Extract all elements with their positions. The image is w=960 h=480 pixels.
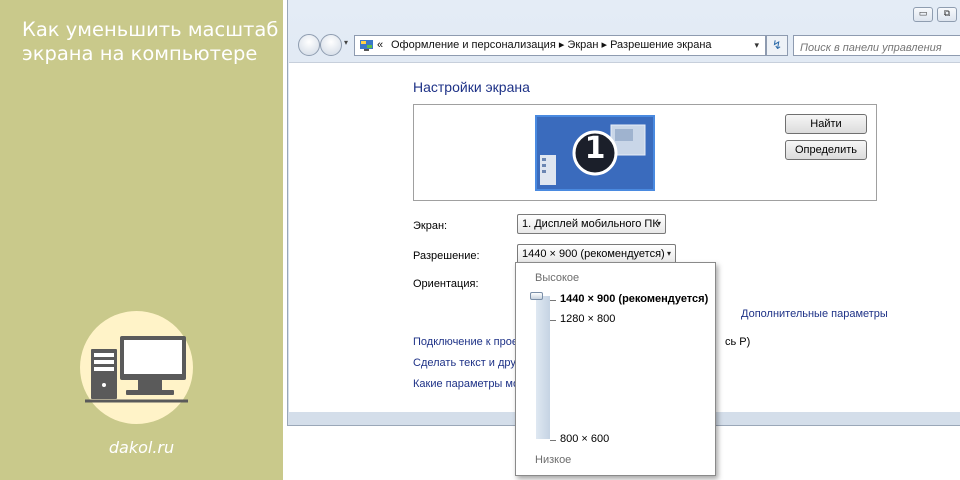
- chevron-down-icon: ▾: [656, 219, 661, 228]
- resolution-option[interactable]: 1280 × 800: [560, 313, 615, 325]
- refresh-icon[interactable]: ↯: [766, 35, 788, 56]
- resolution-option[interactable]: 1440 × 900 (рекомендуется): [560, 293, 708, 305]
- computer-illustration: [85, 336, 188, 403]
- monitor-number: 1: [584, 131, 606, 166]
- computer-monitor-icon: [80, 311, 193, 424]
- slider-tick: [550, 440, 556, 441]
- resolution-slider-track[interactable]: [536, 296, 550, 439]
- page-title: Настройки экрана: [413, 79, 530, 95]
- projector-connect-link-tail: сь P): [725, 336, 751, 348]
- search-input[interactable]: [794, 38, 960, 58]
- orientation-label: Ориентация:: [413, 278, 479, 290]
- search-box[interactable]: [793, 35, 960, 58]
- identify-button[interactable]: Определить: [785, 140, 867, 160]
- chevron-down-icon: ▾: [666, 249, 671, 258]
- banner-title-line-2: экрана на компьютере: [22, 42, 258, 65]
- site-name[interactable]: dakol.ru: [0, 438, 283, 457]
- display-label: Экран:: [413, 220, 448, 232]
- resolution-slider-handle[interactable]: [530, 292, 543, 300]
- address-overflow-icon[interactable]: «: [377, 36, 383, 55]
- display-select[interactable]: 1. Дисплей мобильного ПК ▾: [517, 214, 666, 234]
- display-select-value: 1. Дисплей мобильного ПК: [522, 218, 659, 230]
- breadcrumb[interactable]: Оформление и персонализация ▸ Экран ▸ Ра…: [391, 36, 712, 55]
- resolution-low-label: Низкое: [535, 454, 572, 466]
- resolution-dropdown: Высокое 1440 × 900 (рекомендуется) 1280 …: [515, 262, 716, 476]
- forward-button[interactable]: [320, 34, 342, 56]
- resolution-select[interactable]: 1440 × 900 (рекомендуется) ▾: [517, 244, 676, 264]
- resolution-label: Разрешение:: [413, 250, 480, 262]
- address-dropdown-icon[interactable]: ▾: [754, 36, 759, 55]
- resolution-select-value: 1440 × 900 (рекомендуется): [522, 248, 665, 260]
- control-panel-icon: [360, 40, 373, 51]
- slider-tick: [550, 300, 556, 301]
- restore-button[interactable]: ⧉: [937, 7, 957, 22]
- monitor-thumbnail[interactable]: 1: [535, 115, 655, 191]
- promo-banner: Как уменьшить масштаб экрана на компьюте…: [0, 0, 283, 480]
- banner-title-line-1: Как уменьшить масштаб: [22, 18, 279, 41]
- projector-connect-link[interactable]: Подключение к проек: [413, 336, 523, 348]
- history-dropdown-icon[interactable]: ▾: [344, 38, 348, 47]
- monitor-params-link[interactable]: Какие параметры мон: [413, 378, 525, 390]
- find-button[interactable]: Найти: [785, 114, 867, 134]
- minimize-button[interactable]: ▭: [913, 7, 933, 22]
- address-bar[interactable]: « Оформление и персонализация ▸ Экран ▸ …: [354, 35, 766, 56]
- monitor-preview-area: 1 Найти Определить: [413, 104, 877, 201]
- banner-title: Как уменьшить масштаб экрана на компьюте…: [22, 18, 282, 66]
- resolution-high-label: Высокое: [535, 272, 580, 284]
- back-button[interactable]: [298, 34, 320, 56]
- advanced-settings-link[interactable]: Дополнительные параметры: [741, 308, 888, 320]
- slider-tick: [550, 320, 556, 321]
- resolution-option[interactable]: 800 × 600: [560, 433, 609, 445]
